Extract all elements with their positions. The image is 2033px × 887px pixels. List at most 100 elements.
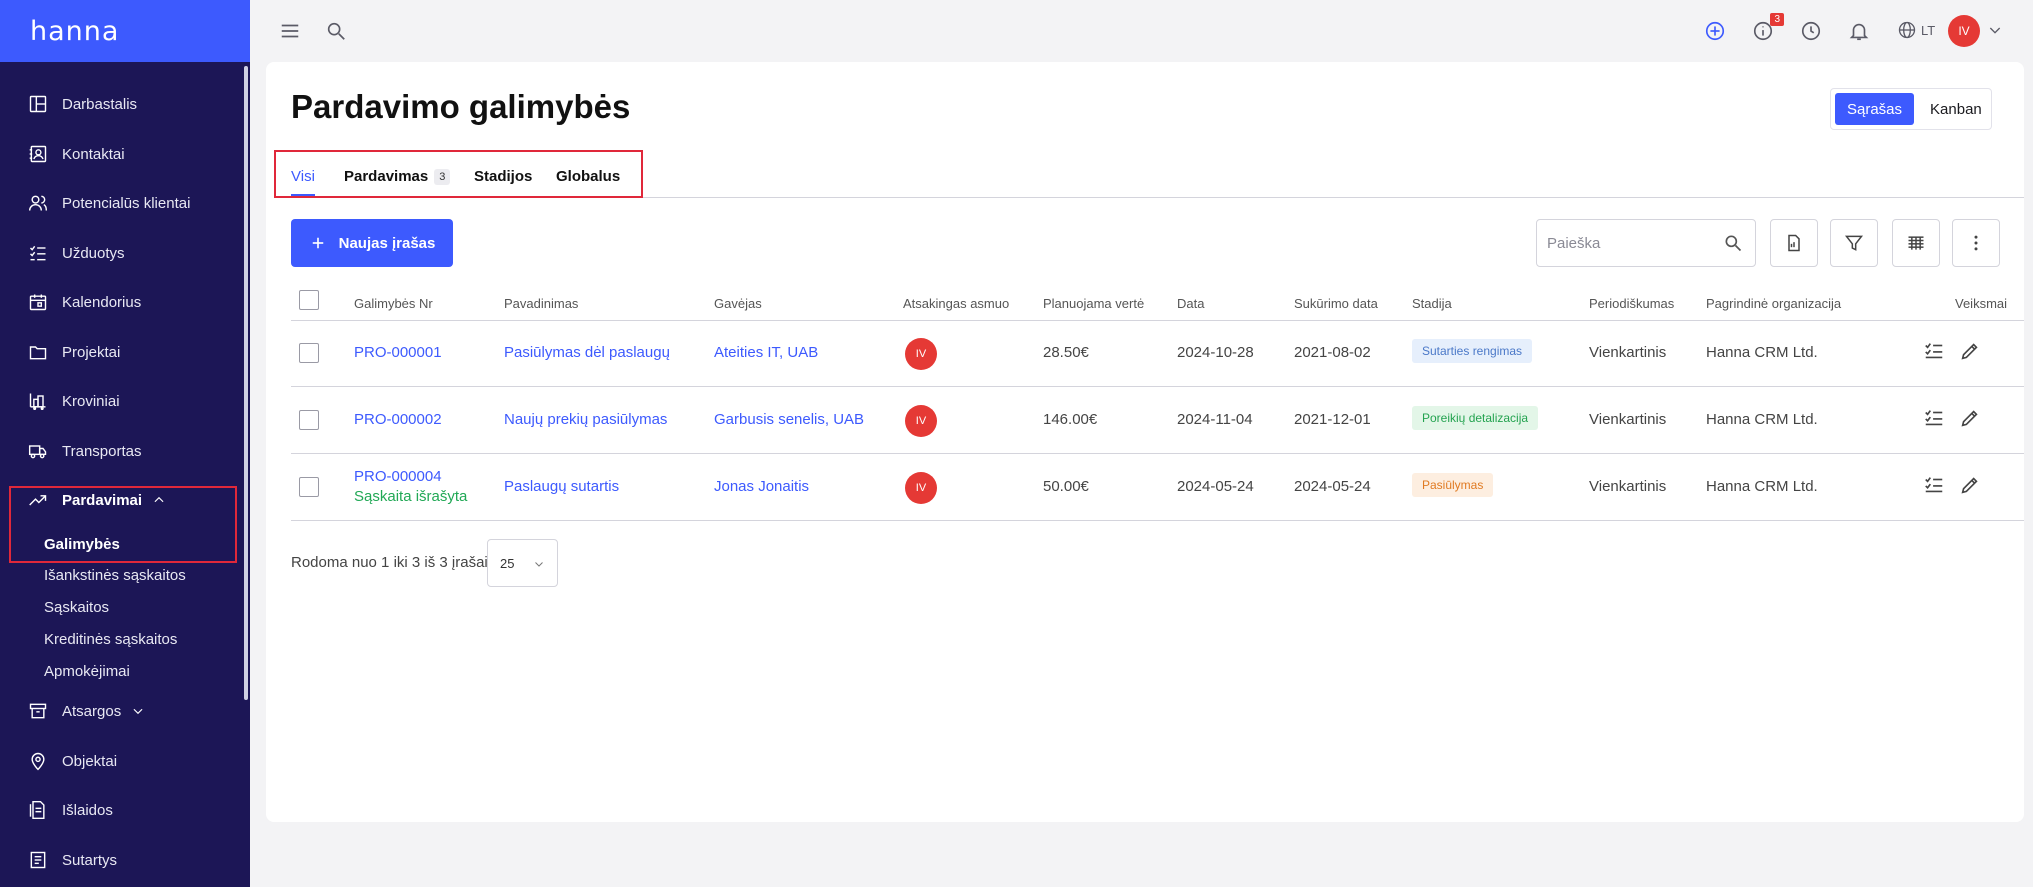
- new-record-button[interactable]: Naujas įrašas: [291, 219, 453, 267]
- row-checkbox[interactable]: [299, 410, 319, 430]
- sidebar-subitem-isankstines-saskaitos[interactable]: Išankstinės sąskaitos: [44, 567, 186, 584]
- sidebar-item-transportas[interactable]: Transportas: [0, 431, 240, 471]
- info-notifications-icon[interactable]: 3: [1750, 13, 1784, 44]
- table-row[interactable]: PRO-000001 Pasiūlymas dėl paslaugų Ateit…: [291, 321, 2024, 387]
- row-checkbox[interactable]: [299, 477, 319, 497]
- hamburger-menu-icon[interactable]: [277, 18, 303, 44]
- column-header: Veiksmai: [1955, 296, 2008, 311]
- date: 2024-11-04: [1177, 411, 1253, 428]
- sidebar-item-label: Objektai: [62, 752, 118, 770]
- opportunity-number-link[interactable]: PRO-000001: [354, 344, 442, 361]
- sidebar-item-uzduotys[interactable]: Užduotys: [0, 233, 240, 273]
- add-circle-icon[interactable]: [1702, 18, 1728, 44]
- opportunity-name-link[interactable]: Naujų prekių pasiūlymas: [504, 411, 667, 428]
- recipient-link[interactable]: Jonas Jonaitis: [714, 478, 809, 495]
- column-header[interactable]: Pagrindinė organizacija: [1706, 296, 1841, 311]
- date: 2024-05-24: [1177, 478, 1254, 495]
- columns-icon: [1908, 236, 1924, 250]
- tasks-action-icon[interactable]: [1922, 339, 1946, 363]
- sidebar: hanna Darbastalis Kontaktai Potencialūs …: [0, 0, 250, 887]
- truck-icon: [28, 441, 48, 461]
- columns-button[interactable]: [1892, 219, 1940, 267]
- sidebar-subitem-kreditines-saskaitos[interactable]: Kreditinės sąskaitos: [44, 631, 177, 648]
- folder-icon: [28, 342, 48, 362]
- sidebar-item-label: Kontaktai: [62, 145, 125, 163]
- column-header[interactable]: Stadija: [1412, 296, 1452, 311]
- edit-pencil-icon[interactable]: [1958, 473, 1982, 497]
- sidebar-item-label: Išlaidos: [62, 801, 113, 819]
- row-checkbox[interactable]: [299, 343, 319, 363]
- edit-pencil-icon[interactable]: [1958, 339, 1982, 363]
- opportunity-number-link[interactable]: PRO-000004: [354, 468, 442, 485]
- recipient-link[interactable]: Garbusis senelis, UAB: [714, 411, 864, 428]
- column-header[interactable]: Galimybės Nr: [354, 296, 433, 311]
- created-date: 2021-08-02: [1294, 344, 1371, 361]
- pagination-info: Rodoma nuo 1 iki 3 iš 3 įrašai: [291, 554, 488, 571]
- periodicity: Vienkartinis: [1589, 344, 1667, 361]
- page-size-select[interactable]: 25: [487, 539, 558, 587]
- opportunity-number-link[interactable]: PRO-000002: [354, 411, 442, 428]
- date: 2024-10-28: [1177, 344, 1254, 361]
- sidebar-item-potencialus-klientai[interactable]: Potencialūs klientai: [0, 183, 240, 223]
- tasks-icon: [28, 243, 48, 263]
- export-button[interactable]: [1770, 219, 1818, 267]
- kanban-view-button[interactable]: Kanban: [1918, 93, 1994, 125]
- column-header[interactable]: Atsakingas asmuo: [903, 296, 1009, 311]
- sidebar-item-kontaktai[interactable]: Kontaktai: [0, 134, 240, 174]
- app-logo[interactable]: hanna: [30, 16, 119, 47]
- column-header[interactable]: Data: [1177, 296, 1204, 311]
- leads-icon: [28, 193, 48, 213]
- document-icon: [1788, 234, 1800, 252]
- expenses-icon: [28, 800, 48, 820]
- column-header[interactable]: Planuojama vertė: [1043, 296, 1144, 311]
- periodicity: Vienkartinis: [1589, 478, 1667, 495]
- location-pin-icon: [28, 751, 48, 771]
- column-header[interactable]: Gavėjas: [714, 296, 762, 311]
- sidebar-item-label: Projektai: [62, 343, 121, 361]
- main-organization: Hanna CRM Ltd.: [1706, 344, 1818, 361]
- language-selector[interactable]: LT: [1897, 20, 1935, 40]
- chevron-down-icon[interactable]: [1987, 22, 2003, 38]
- recipient-link[interactable]: Ateities IT, UAB: [714, 344, 818, 361]
- periodicity: Vienkartinis: [1589, 411, 1667, 428]
- opportunity-name-link[interactable]: Pasiūlymas dėl paslaugų: [504, 344, 670, 361]
- stage-badge: Sutarties rengimas: [1412, 339, 1533, 363]
- filter-button[interactable]: [1830, 219, 1878, 267]
- view-toggle: Sąrašas Kanban: [1830, 88, 1992, 130]
- sidebar-subitem-apmokejimai[interactable]: Apmokėjimai: [44, 663, 130, 680]
- sidebar-item-kalendorius[interactable]: Kalendorius: [0, 282, 240, 322]
- plus-icon: [312, 237, 323, 249]
- contacts-icon: [28, 144, 48, 164]
- clock-icon[interactable]: [1798, 18, 1824, 44]
- table-row[interactable]: PRO-000002 Naujų prekių pasiūlymas Garbu…: [291, 388, 2024, 454]
- tasks-action-icon[interactable]: [1922, 473, 1946, 497]
- column-header[interactable]: Sukūrimo data: [1294, 296, 1378, 311]
- tasks-action-icon[interactable]: [1922, 406, 1946, 430]
- edit-pencil-icon[interactable]: [1958, 406, 1982, 430]
- search-input[interactable]: [1537, 220, 1707, 266]
- user-avatar[interactable]: IV: [1948, 15, 1980, 47]
- chevron-down-icon: [535, 562, 543, 567]
- select-all-checkbox[interactable]: [299, 290, 319, 310]
- sidebar-item-islaidos[interactable]: Išlaidos: [0, 790, 240, 830]
- sidebar-item-sutartys[interactable]: Sutartys: [0, 840, 240, 880]
- column-header[interactable]: Pavadinimas: [504, 296, 578, 311]
- list-view-button[interactable]: Sąrašas: [1835, 93, 1915, 125]
- sidebar-item-objektai[interactable]: Objektai: [0, 741, 240, 781]
- main-organization: Hanna CRM Ltd.: [1706, 411, 1818, 428]
- opportunity-name-link[interactable]: Paslaugų sutartis: [504, 478, 619, 495]
- archive-icon: [28, 701, 48, 721]
- more-options-button[interactable]: [1952, 219, 2000, 267]
- search-icon[interactable]: [323, 18, 349, 44]
- table-row[interactable]: PRO-000004 Sąskaita išrašyta Paslaugų su…: [291, 455, 2024, 521]
- sidebar-item-projektai[interactable]: Projektai: [0, 332, 240, 372]
- column-header[interactable]: Periodiškumas: [1589, 296, 1674, 311]
- sidebar-item-kroviniai[interactable]: Kroviniai: [0, 381, 240, 421]
- sidebar-item-atsargos[interactable]: Atsargos: [0, 691, 240, 731]
- search-icon[interactable]: [1723, 233, 1743, 253]
- bell-icon[interactable]: [1846, 18, 1872, 44]
- sidebar-scrollbar[interactable]: [244, 66, 248, 700]
- sidebar-subitem-saskaitos[interactable]: Sąskaitos: [44, 599, 109, 616]
- sidebar-item-label: Kroviniai: [62, 392, 120, 410]
- sidebar-item-darbastalis[interactable]: Darbastalis: [0, 84, 240, 124]
